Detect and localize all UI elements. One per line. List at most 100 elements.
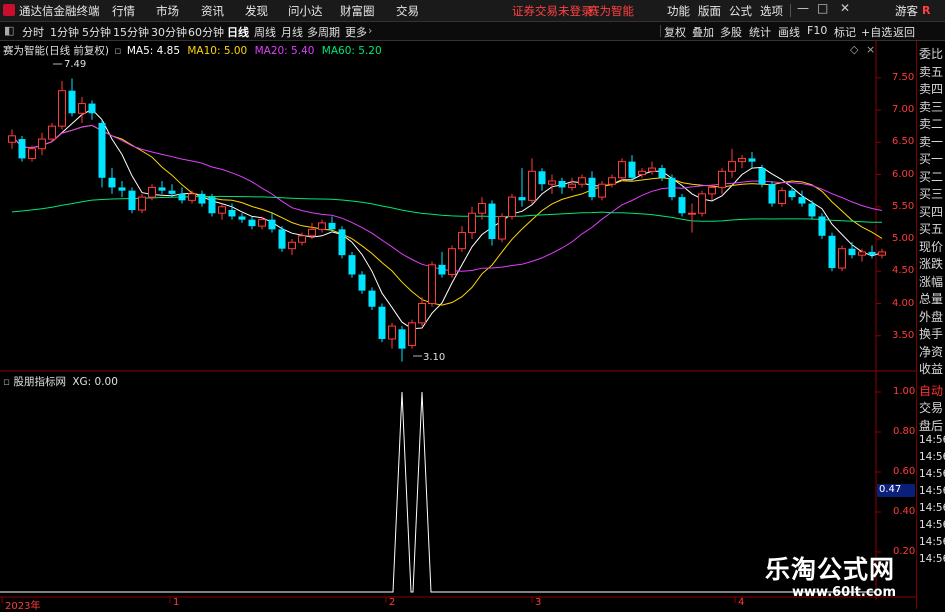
candle-body-down <box>178 193 186 201</box>
candle-body-up <box>508 196 516 217</box>
candle-body-down <box>268 219 276 230</box>
sub-legend-toggle-icon[interactable]: ▫ <box>3 376 10 388</box>
price-tick-label: 5.00 <box>892 233 915 245</box>
candle-body-down <box>238 216 246 220</box>
quote-field-label: 买五 <box>919 222 944 236</box>
candle-body-up <box>288 241 296 250</box>
tick-time-label: 14:56 <box>919 468 945 480</box>
candle-body-down <box>278 229 286 249</box>
candle-body-down <box>678 197 686 214</box>
trade-panel-label: 自动 <box>919 383 944 398</box>
tick-time-label: 14:56 <box>919 553 945 565</box>
quote-field-label: 买四 <box>919 204 944 219</box>
candle-body-down <box>368 290 376 307</box>
trade-panel-label: 盘后 <box>919 418 944 433</box>
candle-body-down <box>868 251 876 256</box>
candle-body-up <box>858 251 866 256</box>
price-tick-label: 7.50 <box>892 71 915 83</box>
quote-field-label: 净资 <box>919 344 944 359</box>
price-tick-label: 3.50 <box>892 329 915 341</box>
candle-body-up <box>58 90 66 127</box>
candle-body-down <box>588 177 596 198</box>
candle-body-down <box>518 197 526 201</box>
candle-body-down <box>558 180 566 188</box>
candle-body-up <box>548 180 556 185</box>
candle-body-up <box>28 148 36 159</box>
candle-body-up <box>308 228 316 237</box>
quote-side-panel: 委比 卖五 卖四 卖三 卖二 卖一 买一 买二 买三 买四 买五 现价 涨跌 涨幅 总量 外盘 换手 净资 收益 自动… <box>916 41 945 609</box>
xg-signal-line <box>0 391 876 593</box>
candle-body-up <box>48 125 56 140</box>
candle-body-up <box>578 177 586 185</box>
candle-body-up <box>708 186 716 195</box>
candle-body-up <box>218 206 226 214</box>
candles <box>8 78 886 362</box>
candle-body-down <box>338 229 346 256</box>
sub-tick-label: 1.00 <box>893 386 916 397</box>
watermark-title: 乐淘公式网 <box>765 555 896 584</box>
candle-body-up <box>138 196 146 211</box>
high-low-labels: 7.49 3.10 <box>53 59 445 363</box>
date-axis <box>1 597 736 603</box>
quote-field-label: 收益 <box>919 362 944 376</box>
sub-chart-title: 股朋指标网 <box>13 376 66 388</box>
candle-body-down <box>348 255 356 275</box>
candle-body-down <box>438 264 446 275</box>
date-tick-label: 2 <box>389 597 396 608</box>
price-tick-label: 6.00 <box>892 168 915 180</box>
quote-field-label: 买三 <box>919 187 944 201</box>
candle-body-down <box>538 171 546 185</box>
candle-body-up <box>468 212 476 234</box>
candle-body-up <box>698 193 706 214</box>
quote-field-label: 总量 <box>919 292 944 306</box>
candle-body-down <box>758 168 766 185</box>
candle-body-up <box>148 186 156 198</box>
candle-body-down <box>68 90 76 114</box>
candle-body-down <box>798 197 806 204</box>
kline-chart[interactable]: 7.49 3.10 <box>0 0 916 609</box>
quote-field-label: 卖一 <box>919 134 944 149</box>
quote-field-label: 现价 <box>919 239 944 254</box>
sub-chart-legend: ▫ 股朋指标网 XG: 0.00 <box>3 374 118 389</box>
candle-body-down <box>748 158 756 162</box>
sub-tick-label: 0.60 <box>893 466 916 477</box>
r-badge[interactable]: R <box>922 4 930 17</box>
quote-field-label: 涨幅 <box>919 274 944 289</box>
candle-body-down <box>378 306 386 339</box>
tick-time-label: 14:56 <box>919 502 945 514</box>
candle-body-down <box>768 184 776 204</box>
candle-body-down <box>818 216 826 236</box>
candle-body-up <box>448 248 456 275</box>
candle-body-up <box>878 251 886 256</box>
candle-body-down <box>98 122 106 178</box>
xg-value-label: XG: 0.00 <box>72 376 118 388</box>
quote-field-label: 外盘 <box>919 309 944 324</box>
trade-panel-label: 交易 <box>919 401 944 415</box>
candle-body-down <box>88 103 96 114</box>
candle-body-up <box>408 322 416 346</box>
candle-body-up <box>638 170 646 176</box>
tick-time-label: 14:56 <box>919 485 945 497</box>
candle-body-up <box>78 103 86 114</box>
candle-body-up <box>728 161 736 172</box>
candle-body-up <box>428 264 436 305</box>
candle-body-down <box>158 187 166 191</box>
price-tick-label: 4.00 <box>892 297 915 309</box>
candle-body-up <box>298 235 306 243</box>
xg-indicator <box>0 391 876 593</box>
candle-body-up <box>498 215 506 240</box>
candle-body-up <box>528 170 536 201</box>
candle-body-down <box>118 187 126 191</box>
quote-field-label: 卖五 <box>919 64 944 79</box>
candle-body-down <box>398 329 406 349</box>
candle-body-up <box>598 183 606 198</box>
candle-body-down <box>208 197 216 214</box>
watermark-url: www.60lt.com <box>792 585 897 600</box>
sub-tick-label: 0.40 <box>893 506 916 517</box>
quote-field-label: 卖三 <box>919 99 944 114</box>
candle-body-down <box>328 222 336 230</box>
tick-time-label: 14:56 <box>919 451 945 463</box>
candle-body-down <box>658 168 666 178</box>
high-price-label: 7.49 <box>64 59 86 70</box>
candle-body-up <box>388 325 396 340</box>
